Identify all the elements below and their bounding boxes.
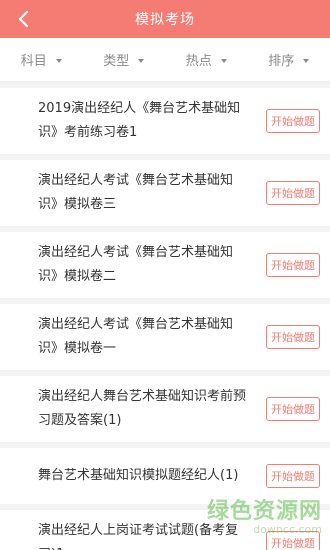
list-item[interactable]: 舞台艺术基础知识模拟题经纪人(1) 开始做题 (0, 448, 330, 504)
filter-subject[interactable]: 科目 (0, 38, 83, 81)
filter-sort[interactable]: 排序 (248, 38, 330, 81)
filter-type[interactable]: 类型 (83, 38, 166, 81)
exam-list: 2019演出经纪人《舞台艺术基础知识》考前练习卷1 开始做题 演出经纪人考试《舞… (0, 88, 330, 550)
caret-down-icon (303, 58, 310, 63)
start-exam-button[interactable]: 开始做题 (266, 253, 320, 277)
start-exam-button[interactable]: 开始做题 (266, 531, 320, 550)
list-item[interactable]: 演出经纪人舞台艺术基础知识考前预习题及答案(1) 开始做题 (0, 376, 330, 442)
exam-title: 演出经纪人考试《舞台艺术基础知识》模拟卷一 (38, 317, 234, 356)
exam-title: 演出经纪人考试《舞台艺术基础知识》模拟卷二 (38, 245, 234, 284)
start-exam-button[interactable]: 开始做题 (266, 109, 320, 133)
page-title: 模拟考场 (135, 12, 195, 28)
list-item[interactable]: 演出经纪人考试《舞台艺术基础知识》模拟卷二 开始做题 (0, 232, 330, 298)
filter-hot[interactable]: 热点 (165, 38, 248, 81)
list-item[interactable]: 2019演出经纪人《舞台艺术基础知识》考前练习卷1 开始做题 (0, 88, 330, 154)
filter-label: 科目 (20, 54, 47, 69)
exam-title: 演出经纪人舞台艺术基础知识考前预习题及答案(1) (38, 389, 247, 428)
list-item[interactable]: 演出经纪人考试《舞台艺术基础知识》模拟卷一 开始做题 (0, 304, 330, 370)
start-exam-button[interactable]: 开始做题 (266, 325, 320, 349)
caret-down-icon (138, 58, 145, 63)
start-exam-button[interactable]: 开始做题 (266, 464, 320, 488)
app-header: 模拟考场 (0, 0, 330, 38)
filter-label: 排序 (268, 54, 295, 69)
exam-title: 2019演出经纪人《舞台艺术基础知识》考前练习卷1 (38, 101, 241, 140)
chevron-left-icon (18, 10, 29, 28)
filter-label: 类型 (103, 54, 130, 69)
start-exam-button[interactable]: 开始做题 (266, 397, 320, 421)
list-item[interactable]: 演出经纪人上岗证考试试题(备考复习)1 开始做题 (0, 510, 330, 550)
exam-title: 演出经纪人考试《舞台艺术基础知识》模拟卷三 (38, 173, 234, 212)
back-button[interactable] (12, 8, 34, 30)
list-item[interactable]: 演出经纪人考试《舞台艺术基础知识》模拟卷三 开始做题 (0, 160, 330, 226)
caret-down-icon (220, 58, 227, 63)
filter-label: 热点 (185, 54, 212, 69)
start-exam-button[interactable]: 开始做题 (266, 181, 320, 205)
filter-bar: 科目 类型 热点 排序 (0, 38, 330, 82)
caret-down-icon (55, 58, 62, 63)
exam-title: 舞台艺术基础知识模拟题经纪人(1) (38, 468, 239, 483)
exam-title: 演出经纪人上岗证考试试题(备考复习)1 (38, 523, 239, 550)
